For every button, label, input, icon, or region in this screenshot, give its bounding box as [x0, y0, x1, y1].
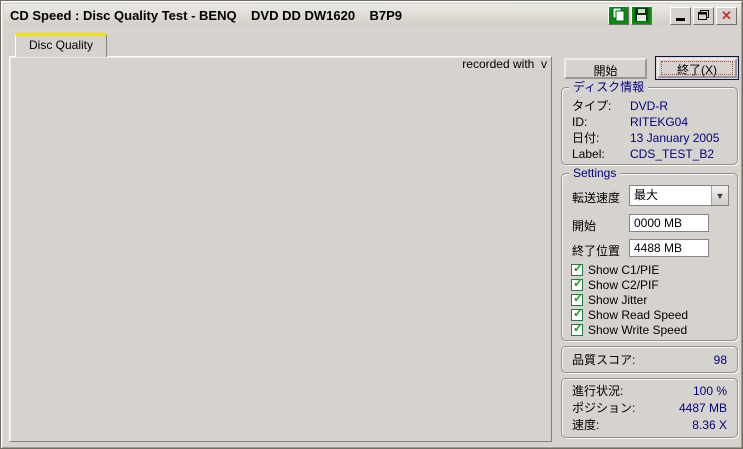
copy-button[interactable]	[608, 6, 629, 25]
maximize-icon	[698, 9, 709, 23]
checkmark-icon: ✓	[573, 276, 584, 290]
field-label: Label:	[572, 147, 605, 161]
field-value: RITEKG04	[630, 115, 689, 129]
titlebar[interactable]: CD Speed : Disc Quality Test - BENQ DVD …	[4, 4, 741, 26]
save-button[interactable]	[631, 6, 652, 25]
tab-disc-quality[interactable]: Disc Quality	[15, 33, 108, 57]
maximize-button[interactable]	[693, 6, 714, 25]
transfer-speed-combobox[interactable]: 最大 ▼	[629, 185, 729, 206]
transfer-speed-value: 最大	[634, 188, 659, 202]
start-button[interactable]: 開始	[564, 58, 647, 79]
checkbox-label: Show Write Speed	[588, 323, 688, 337]
field-value: 13 January 2005	[630, 131, 720, 145]
checkbox-show-c2-pif[interactable]: ✓ Show C2/PIF	[571, 276, 659, 292]
progress-label: 進行状況:	[572, 384, 624, 398]
field-value: DVD-R	[630, 99, 668, 113]
position-value: 4487 MB	[678, 401, 727, 415]
checkmark-icon: ✓	[573, 321, 584, 335]
speed-label: 速度:	[572, 418, 600, 432]
minimize-icon	[676, 18, 685, 21]
disc-info-title: ディスク情報	[569, 80, 649, 94]
checkbox-show-jitter[interactable]: ✓ Show Jitter	[571, 291, 648, 307]
checkbox-show-c1-pie[interactable]: ✓ Show C1/PIE	[571, 261, 660, 277]
chart-panel	[9, 56, 552, 442]
minimize-button[interactable]	[670, 6, 691, 25]
recorded-with-text: recorded with v	[462, 57, 547, 71]
start-position-input[interactable]: 0000 MB	[629, 214, 709, 232]
start-position-label: 開始	[572, 219, 597, 233]
window-title: CD Speed : Disc Quality Test - BENQ DVD …	[10, 7, 403, 23]
speed-value: 8.36 X	[692, 418, 727, 432]
checkbox-label: Show C1/PIE	[588, 263, 660, 277]
checkbox-show-read-speed[interactable]: ✓ Show Read Speed	[571, 306, 689, 322]
field-label: ID:	[572, 115, 588, 129]
checkmark-icon: ✓	[573, 306, 584, 320]
transfer-speed-label: 転送速度	[572, 191, 621, 205]
close-button[interactable]: ✕	[716, 6, 737, 25]
progress-value: 100 %	[692, 384, 727, 398]
checkbox-label: Show C2/PIF	[588, 278, 659, 292]
quality-score-value: 98	[713, 353, 727, 367]
exit-button-label: 終了(X)	[677, 63, 717, 77]
chevron-down-icon[interactable]: ▼	[711, 186, 728, 205]
end-position-label: 終了位置	[572, 244, 621, 258]
disc-info-group: ディスク情報 タイプ: DVD-R ID: RITEKG04 日付: 13 Janua…	[561, 80, 738, 165]
tab-label: Disc Quality	[29, 38, 94, 52]
save-icon	[634, 7, 649, 25]
position-label: ポジション:	[572, 401, 636, 415]
checkmark-icon: ✓	[573, 261, 584, 275]
field-value: CDS_TEST_B2	[630, 147, 715, 161]
copy-icon	[611, 7, 626, 25]
checkmark-icon: ✓	[573, 291, 584, 305]
start-button-label: 開始	[593, 64, 618, 78]
close-icon: ✕	[721, 8, 732, 23]
exit-button[interactable]: 終了(X)	[655, 56, 739, 80]
checkbox-label: Show Read Speed	[588, 308, 689, 322]
field-label: タイプ:	[572, 99, 612, 113]
checkbox-label: Show Jitter	[588, 293, 648, 307]
checkbox-show-write-speed[interactable]: ✓ Show Write Speed	[571, 321, 688, 337]
settings-group: Settings 転送速度 最大 ▼ 開始 0000 MB 終了位置 4488 …	[561, 166, 738, 341]
progress-group: 進行状況: 100 % ポジション: 4487 MB 速度: 8.36 X	[561, 378, 738, 438]
end-position-input[interactable]: 4488 MB	[629, 239, 709, 257]
app-window: CD Speed : Disc Quality Test - BENQ DVD …	[0, 0, 743, 449]
quality-score-label: 品質スコア:	[572, 353, 636, 367]
quality-score-group: 品質スコア: 98	[561, 346, 738, 373]
field-label: 日付:	[572, 131, 600, 145]
settings-title: Settings	[569, 166, 621, 180]
